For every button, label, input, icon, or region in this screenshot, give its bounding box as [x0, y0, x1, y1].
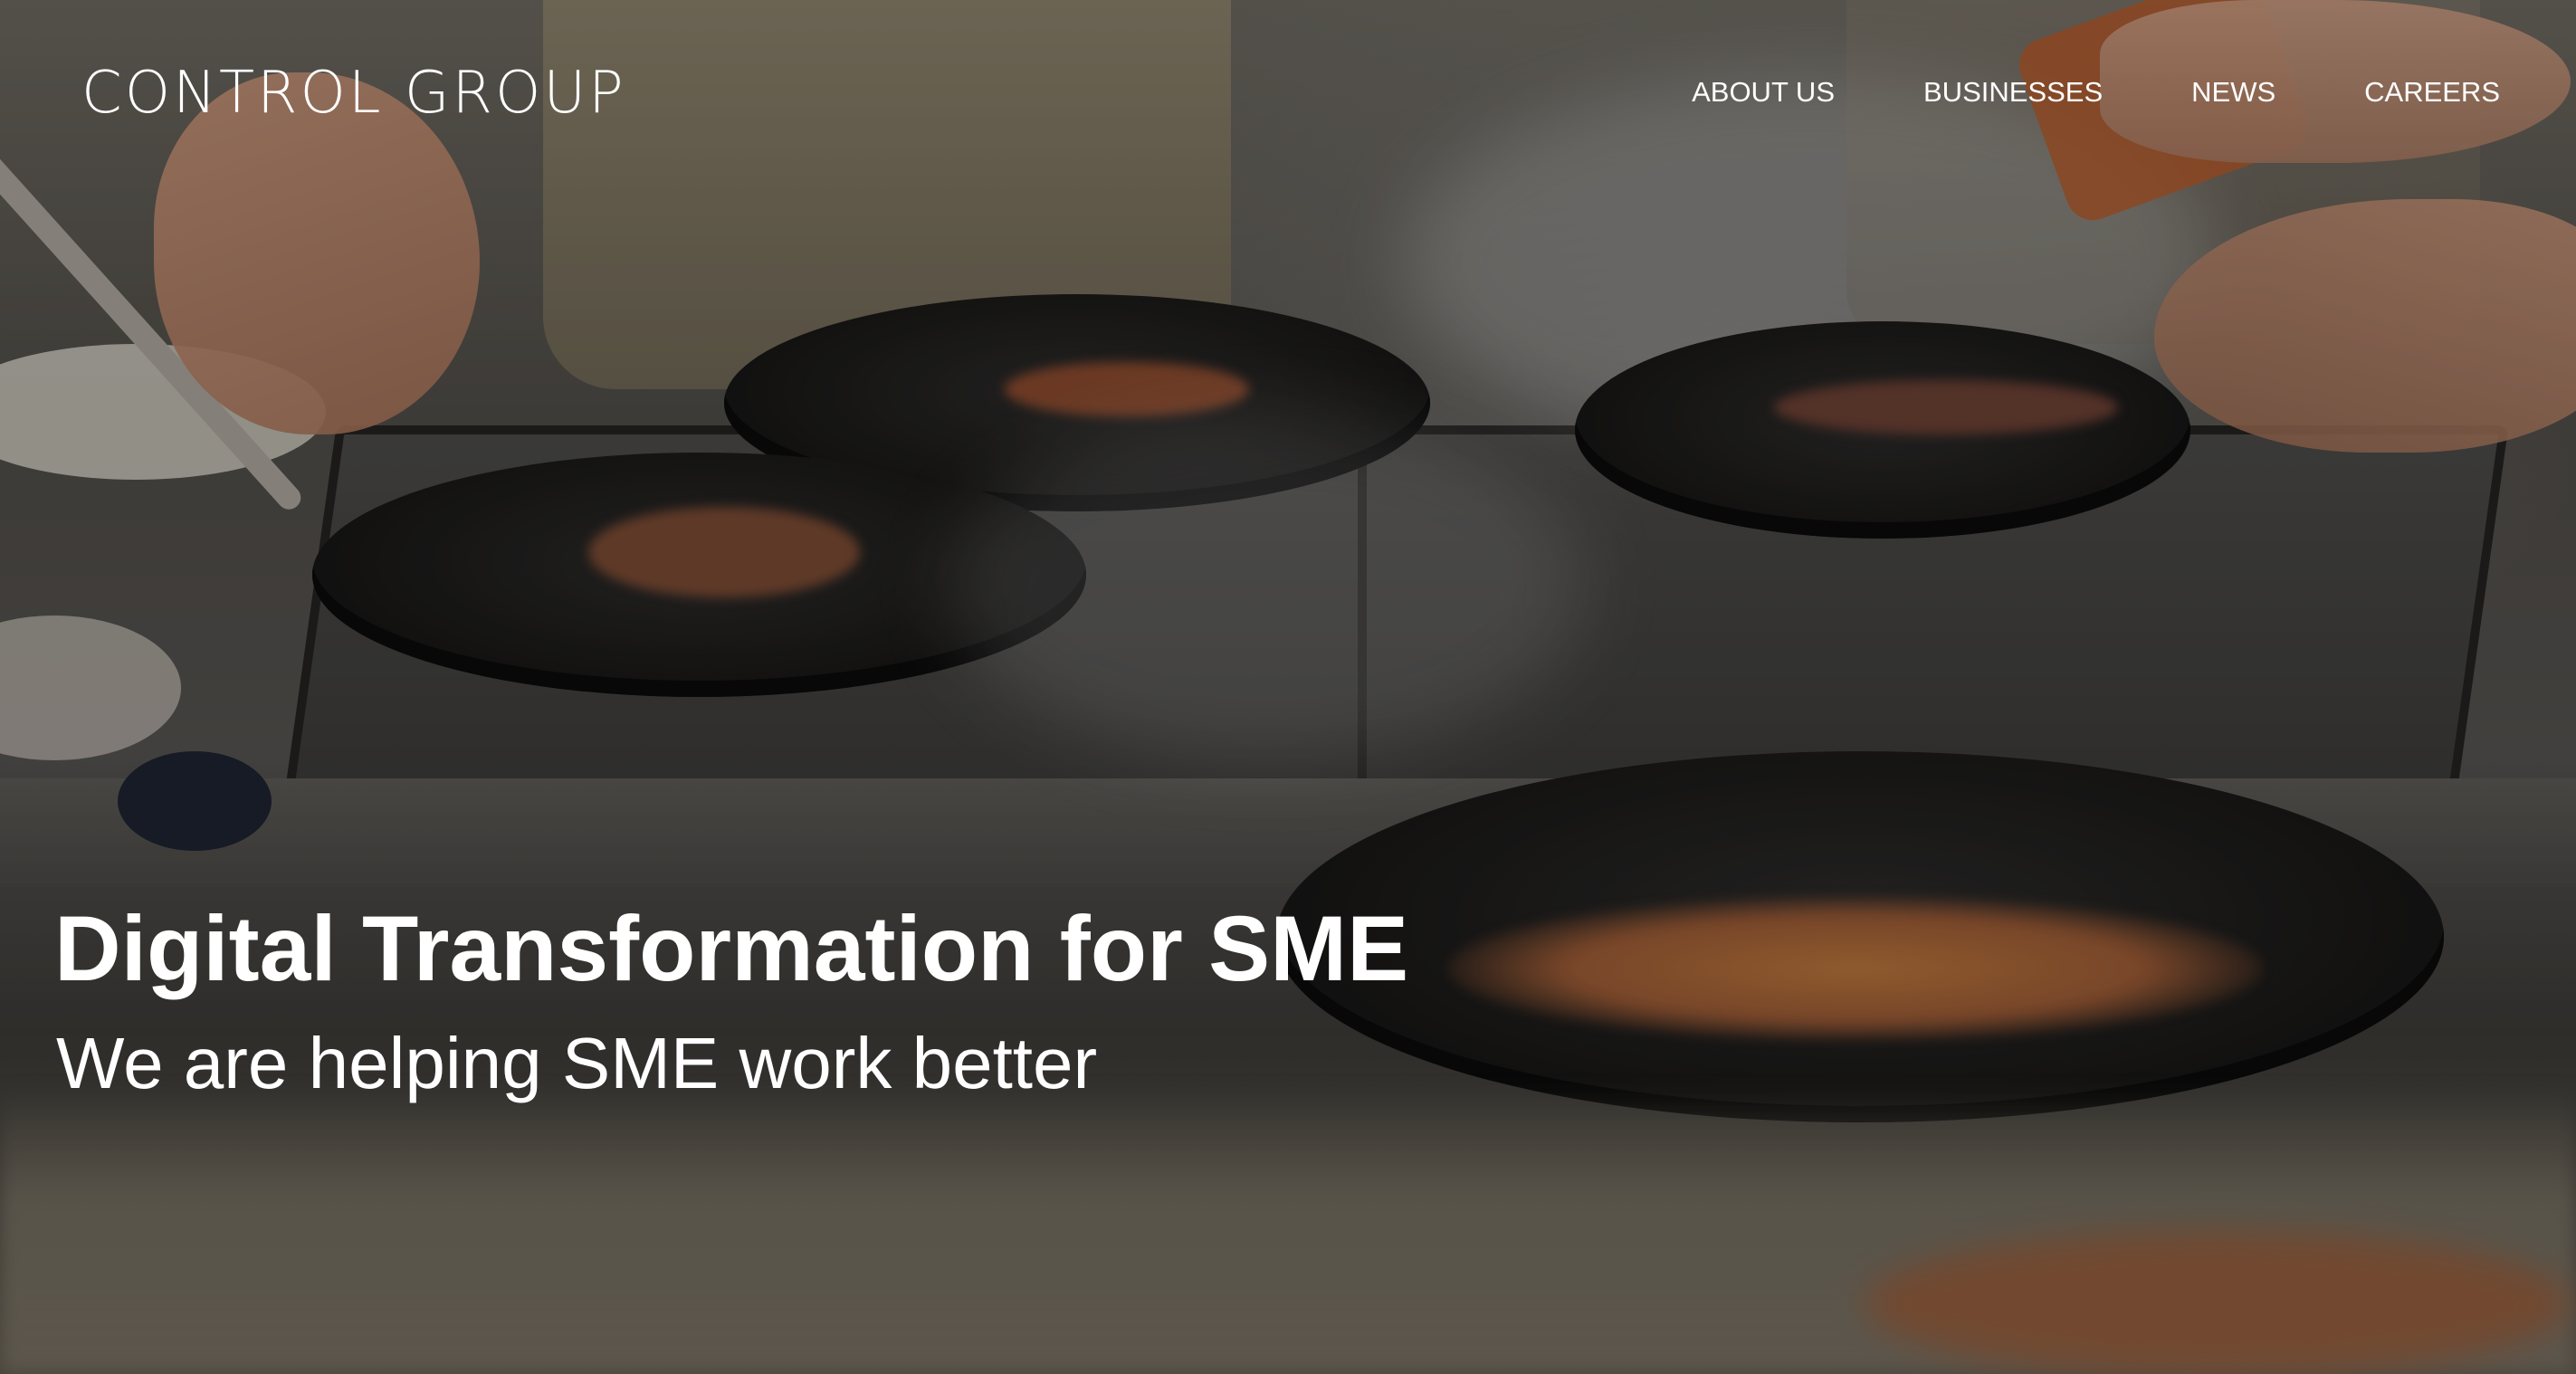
nav-item-about-us[interactable]: ABOUT US — [1692, 76, 1835, 109]
main-nav: ABOUT US BUSINESSES NEWS CAREERS — [1603, 76, 2500, 109]
hero-title: Digital Transformation for SME — [54, 897, 1409, 1000]
nav-item-businesses[interactable]: BUSINESSES — [1923, 76, 2103, 109]
site-logo[interactable]: CONTROL GROUP — [81, 60, 626, 127]
hero-subtitle: We are helping SME work better — [56, 1023, 1098, 1103]
dim-overlay — [0, 0, 2576, 1374]
nav-item-news[interactable]: NEWS — [2191, 76, 2275, 109]
hero-section: CONTROL GROUP ABOUT US BUSINESSES NEWS C… — [0, 0, 2576, 1374]
nav-item-careers[interactable]: CAREERS — [2364, 76, 2500, 109]
site-header: CONTROL GROUP ABOUT US BUSINESSES NEWS C… — [0, 0, 2576, 190]
